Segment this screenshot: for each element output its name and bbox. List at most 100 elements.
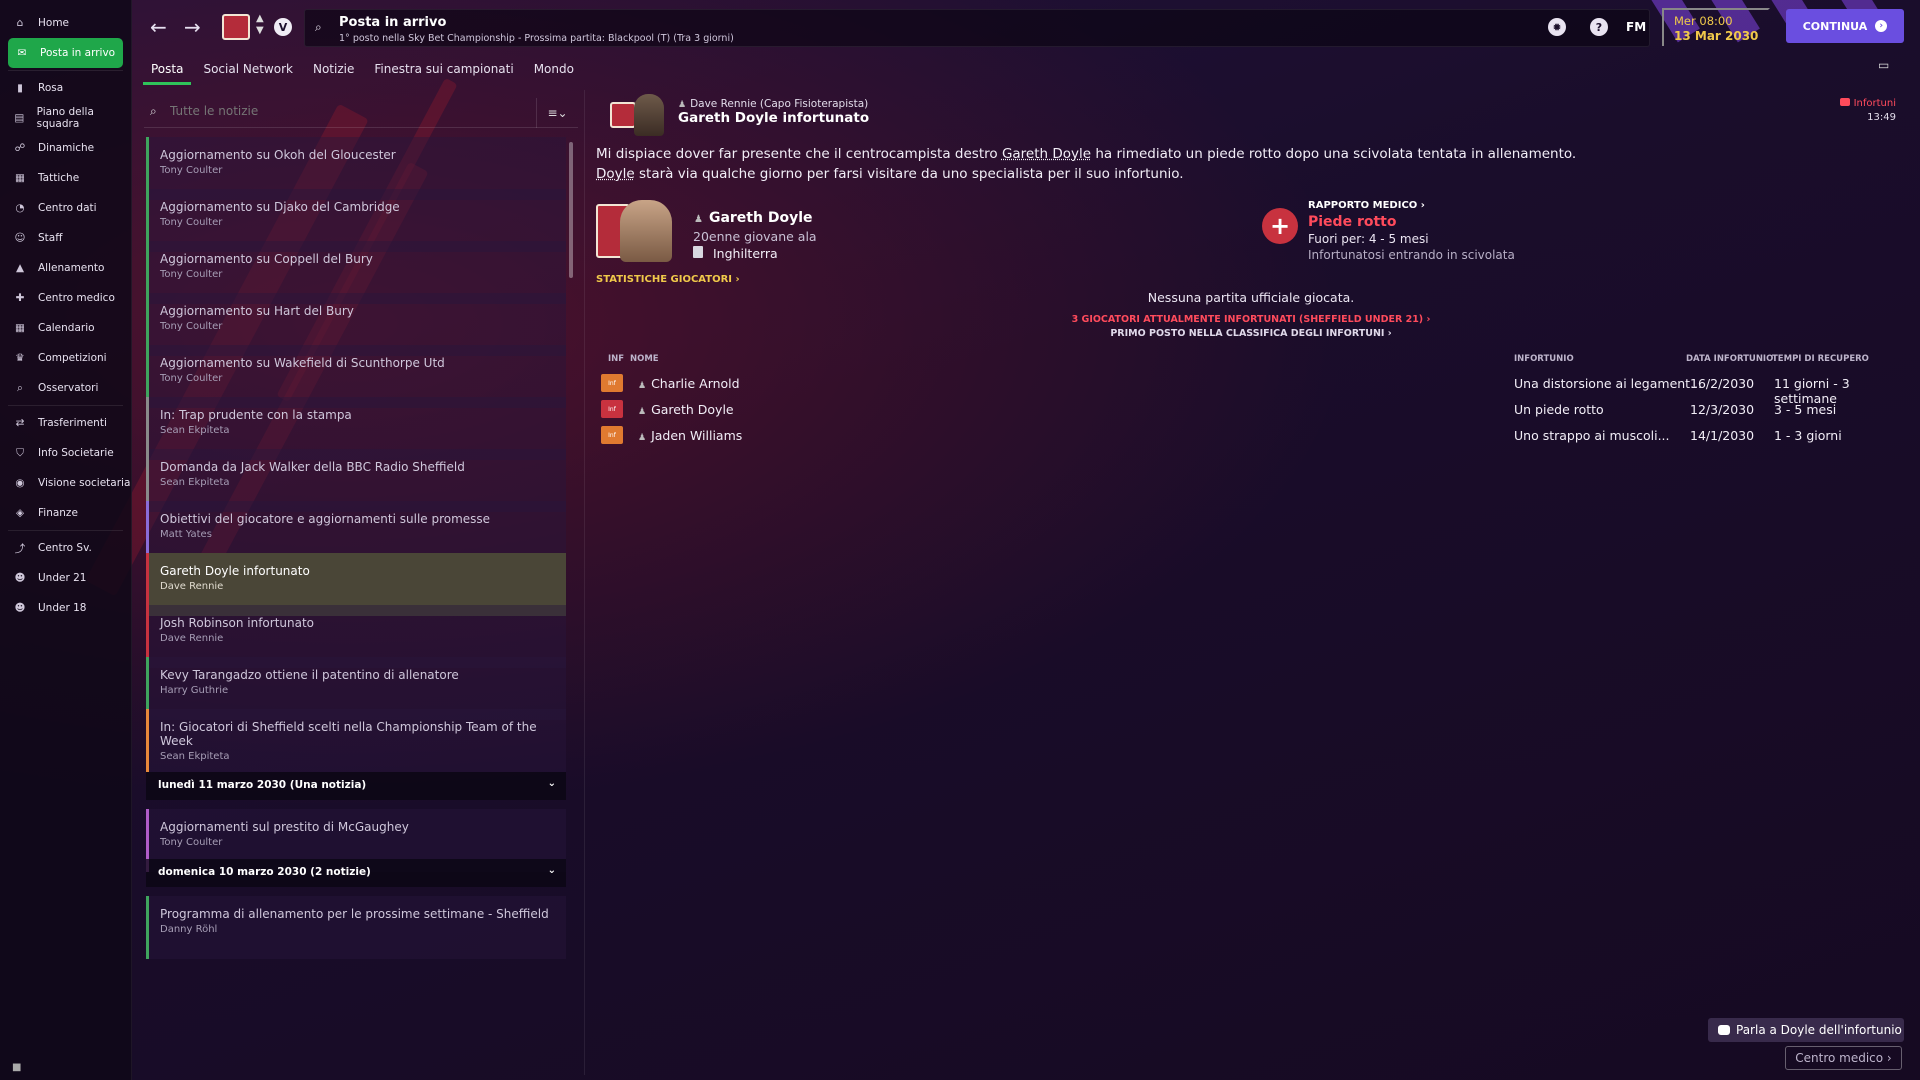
sidebar-item-label: Trasferimenti — [38, 417, 107, 429]
sidebar-item-tattiche[interactable]: ▦ Tattiche — [0, 163, 131, 193]
chevron-down-icon: ⌄ — [547, 778, 556, 789]
medical-report-link[interactable]: RAPPORTO MEDICO › — [1308, 200, 1425, 211]
player-link[interactable]: Gareth Doyle — [1002, 146, 1091, 162]
sidebar-item-centro-medico[interactable]: ✚ Centro medico — [0, 283, 131, 313]
sidebar-item-under-21[interactable]: ☻ Under 21 — [0, 563, 131, 593]
column-header-inf[interactable]: INF — [608, 354, 624, 364]
medical-center-button[interactable]: Centro medico › — [1785, 1046, 1902, 1070]
player-name-text: Charlie Arnold — [651, 376, 740, 391]
player-name[interactable]: ♟ Charlie Arnold — [638, 376, 740, 391]
help-icon[interactable]: ? — [1590, 18, 1608, 36]
table-row[interactable]: Inf ♟ Gareth Doyle Un piede rotto 12/3/2030 3… — [596, 400, 1906, 424]
column-header-injury[interactable]: INFORTUNIO — [1514, 354, 1574, 364]
sidebar-item-staff[interactable]: ☺ Staff — [0, 223, 131, 253]
tab-mondo[interactable]: Mondo — [526, 58, 582, 85]
medical-cross-icon: + — [1262, 208, 1298, 244]
table-row[interactable]: Inf ♟ Charlie Arnold Una distorsione ai leg… — [596, 374, 1906, 406]
column-header-recovery[interactable]: TEMPI DI RECUPERO — [1772, 354, 1869, 364]
recovery-time-cell: 1 - 3 giorni — [1774, 428, 1842, 443]
game-day: 13 Mar 2030 — [1674, 29, 1759, 43]
continue-button[interactable]: CONTINUA › — [1786, 9, 1904, 43]
sidebar-item-under-18[interactable]: ☻ Under 18 — [0, 593, 131, 623]
person-icon: ♟ — [694, 214, 703, 225]
talk-about-injury-button[interactable]: Parla a Doyle dell'infortunio — [1708, 1018, 1904, 1042]
injured-players-link[interactable]: 3 GIOCATORI ATTUALMENTE INFORTUNATI (SHE… — [596, 314, 1906, 325]
player-nationality[interactable]: Inghilterra — [693, 246, 778, 261]
player-stats-link[interactable]: STATISTICHE GIOCATORI › — [596, 274, 740, 285]
sidebar-item-label: Centro medico — [38, 292, 115, 304]
date-group-header[interactable]: lunedì 11 marzo 2030 (Una notizia) ⌄ — [146, 772, 566, 800]
injury-status-icon: Inf — [601, 426, 623, 444]
sidebar-item-osservatori[interactable]: ⌕ Osservatori — [0, 373, 131, 403]
player-name-text: Gareth Doyle — [651, 402, 734, 417]
club-dropdown-icon[interactable]: V — [274, 18, 292, 36]
sidebar-item-trasferimenti[interactable]: ⇄ Trasferimenti — [0, 408, 131, 438]
player-name[interactable]: ♟ Jaden Williams — [638, 428, 742, 443]
inbox-search-input[interactable] — [170, 104, 540, 118]
tab-posta[interactable]: Posta — [143, 58, 192, 85]
player-description: 20enne giovane ala — [693, 229, 817, 244]
player-name-text: Gareth Doyle — [708, 210, 813, 226]
message-subject: Gareth Doyle infortunato — [160, 564, 310, 578]
sidebar-item-finanze[interactable]: ◈ Finanze — [0, 498, 131, 528]
sidebar-item-dinamiche[interactable]: ☍ Dinamiche — [0, 133, 131, 163]
message-from[interactable]: ♟ Dave Rennie (Capo Fisioterapista) — [678, 98, 868, 110]
sidebar-item-home[interactable]: ⌂ Home — [0, 8, 131, 38]
tab-social-network[interactable]: Social Network — [195, 58, 301, 85]
player-link[interactable]: Doyle — [596, 166, 635, 182]
sender-photo — [634, 94, 664, 136]
sidebar-item-label: Tattiche — [38, 172, 80, 184]
back-arrow-icon[interactable]: ← — [150, 15, 167, 39]
sidebar-item-label: Piano della squadra — [36, 106, 94, 130]
category-tag[interactable]: Infortuni — [1839, 98, 1896, 109]
group-label: lunedì 11 marzo 2030 (Una notizia) — [158, 779, 367, 791]
club-badge[interactable] — [222, 14, 250, 40]
player-photo[interactable] — [620, 200, 672, 262]
column-header-name[interactable]: NOME — [630, 354, 659, 364]
sidebar-item-label: Under 21 — [38, 572, 87, 584]
sender-avatar[interactable] — [610, 94, 666, 138]
sidebar-item-label: Home — [38, 17, 70, 29]
screen-icon[interactable]: ▭ — [1878, 58, 1889, 72]
message-sender: Tony Coulter — [160, 321, 223, 332]
filter-menu-icon[interactable]: ≡⌄ — [536, 98, 578, 128]
club-switch-arrows-icon[interactable]: ▲ ▼ — [256, 13, 264, 37]
message-sender: Tony Coulter — [160, 165, 223, 176]
sidebar-item-visione-societaria[interactable]: ◉ Visione societaria — [0, 468, 131, 498]
inbox-icon: ✉ — [17, 47, 27, 59]
staff-icon: ☺ — [14, 232, 26, 244]
sidebar-item-calendario[interactable]: ▦ Calendario — [0, 313, 131, 343]
sidebar-item-label: Finanze — [38, 507, 78, 519]
sidebar-item-rosa[interactable]: ▮ Rosa — [0, 73, 131, 103]
inbox-message[interactable]: In: Giocatori di Sheffield scelti nella … — [146, 709, 566, 772]
sidebar-item-centro-sv-[interactable]: ⤴ Centro Sv. — [0, 533, 131, 563]
column-header-date[interactable]: DATA INFORTUNIO — [1686, 354, 1773, 364]
forward-arrow-icon[interactable]: → — [184, 15, 201, 39]
message-subject: In: Giocatori di Sheffield scelti nella … — [160, 720, 537, 748]
tab-notizie[interactable]: Notizie — [305, 58, 362, 85]
club-badge — [610, 102, 636, 128]
sidebar-item-info-societarie[interactable]: ⛉ Info Societarie — [0, 438, 131, 468]
player-card: ♟ Gareth Doyle 20enne giovane ala Inghilt… — [596, 200, 1096, 270]
sidebar-item-centro-dati[interactable]: ◔ Centro dati — [0, 193, 131, 223]
sidebar-item-posta-in-arrivo[interactable]: ✉ Posta in arrivo — [8, 38, 123, 68]
injury-cause: Infortunatosi entrando in scivolata — [1308, 248, 1515, 262]
sidebar-item-allenamento[interactable]: ▲ Allenamento — [0, 253, 131, 283]
inbox-list: ⌕ ≡⌄ Aggiornamento su Okoh del Glouceste… — [144, 92, 580, 1080]
header-search-bar[interactable]: ⌕ Posta in arrivo 1° posto nella Sky Bet… — [304, 9, 1650, 47]
date-group-header[interactable]: domenica 10 marzo 2030 (2 notizie) ⌄ — [146, 859, 566, 887]
table-row[interactable]: Inf ♟ Jaden Williams Uno strappo ai muscoli… — [596, 426, 1906, 450]
injury-ranking-link[interactable]: PRIMO POSTO NELLA CLASSIFICA DEGLI INFOR… — [596, 328, 1906, 339]
inbox-scrollbar[interactable] — [569, 142, 573, 278]
message-title: Gareth Doyle infortunato — [678, 110, 870, 126]
sidebar-item-piano-della-squadra[interactable]: ▤ Piano della squadra — [0, 103, 131, 133]
player-name[interactable]: ♟ Gareth Doyle — [694, 210, 813, 226]
fm-logo[interactable]: FM — [1626, 20, 1646, 34]
sidebar-item-competizioni[interactable]: ♛ Competizioni — [0, 343, 131, 373]
world-icon[interactable]: ✹ — [1548, 18, 1566, 36]
tab-finestra-sui-campionati[interactable]: Finestra sui campionati — [366, 58, 521, 85]
sidebar-item-label: Competizioni — [38, 352, 107, 364]
player-name[interactable]: ♟ Gareth Doyle — [638, 402, 734, 417]
continue-arrow-icon: › — [1875, 20, 1888, 32]
inbox-message[interactable]: Programma di allenamento per le prossime… — [146, 896, 566, 959]
